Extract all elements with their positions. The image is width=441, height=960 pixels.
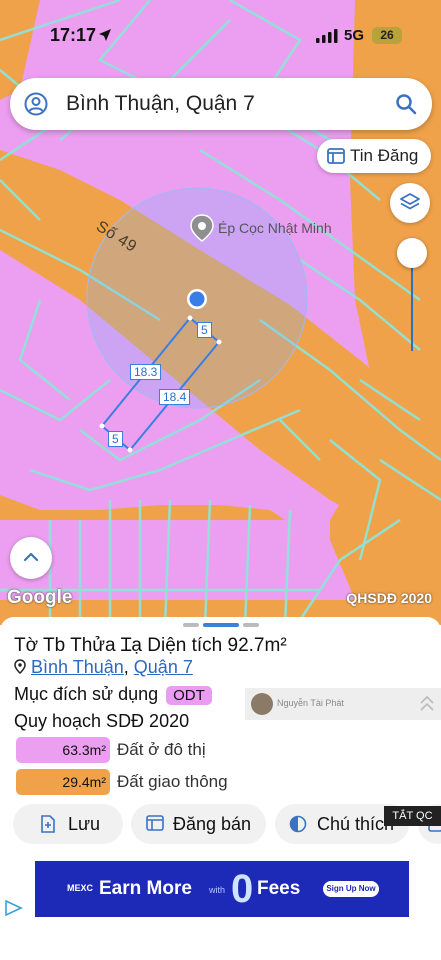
avatar	[251, 693, 273, 715]
network-type: 5G	[344, 27, 365, 44]
area-value: 29.4m²	[16, 769, 110, 795]
dimension-label: 5	[108, 431, 123, 447]
double-chevron-up-icon	[420, 695, 434, 711]
ad-headline: Earn More	[99, 878, 192, 899]
layers-icon	[400, 193, 420, 210]
status-bar: 17:17 5G 26	[0, 0, 441, 72]
ad-banner[interactable]: MEXC Earn More with 0 Fees Sign Up Now	[0, 857, 441, 960]
tin-dang-button[interactable]: Tin Đăng	[317, 139, 431, 173]
google-logo: Google	[7, 587, 73, 608]
owner-name: Nguyễn Tài Phát	[277, 698, 344, 708]
owner-tag[interactable]: Nguyễn Tài Phát	[245, 688, 441, 720]
save-doc-icon	[41, 815, 55, 833]
area-value: 63.3m²	[16, 737, 110, 763]
map-view[interactable]: Số 49 Ép Cọc Nhật Minh 5 18.3 18.4 5 17:…	[0, 0, 441, 625]
ad-with: with	[209, 885, 226, 895]
ward-link[interactable]: Bình Thuận	[31, 657, 124, 677]
listing-icon	[327, 148, 345, 164]
parcel-title: Tờ Tb Thửa Ɪạ Diện tích 92.7m²	[14, 635, 287, 656]
purpose-label: Mục đích sử dụng	[14, 684, 159, 704]
location-arrow-icon	[99, 29, 111, 41]
poi-pin-icon[interactable]	[190, 214, 214, 242]
layer-name-label: QHSDĐ 2020	[346, 590, 432, 606]
district-link[interactable]: Quận 7	[134, 657, 193, 677]
dimension-label: 18.3	[130, 364, 162, 380]
ad-signup-button[interactable]: Sign Up Now	[323, 881, 379, 897]
close-ad-button[interactable]: TẮT QC	[384, 806, 441, 826]
dimension-label: 5	[197, 322, 212, 338]
odt-badge: ODT	[166, 686, 212, 705]
poi-label[interactable]: Ép Cọc Nhật Minh	[218, 220, 332, 236]
legend-label: Đất ở đô thị	[117, 740, 206, 759]
ad-choices-icon[interactable]	[4, 899, 24, 917]
opacity-slider-track[interactable]	[411, 255, 413, 351]
dimension-label: 18.4	[159, 389, 191, 405]
save-button[interactable]: Lưu	[13, 804, 123, 844]
status-time: 17:17	[50, 25, 97, 45]
search-input[interactable]: Bình Thuận, Quận 7	[66, 92, 255, 116]
location-pin-icon	[14, 659, 26, 675]
layers-button[interactable]	[390, 183, 430, 223]
ad-zero: 0	[231, 867, 254, 911]
expand-panel-button[interactable]	[10, 537, 52, 579]
legend-label: Đất giao thông	[117, 772, 228, 791]
search-icon[interactable]	[394, 92, 418, 116]
ad-brand: MEXC	[67, 883, 94, 893]
ad-fees: Fees	[257, 878, 301, 899]
plan-label: Quy hoạch SDĐ 2020	[14, 711, 190, 731]
account-icon[interactable]	[24, 92, 48, 116]
ad-creative[interactable]: MEXC Earn More with 0 Fees Sign Up Now	[35, 861, 409, 917]
land-use-purpose: Mục đích sử dụng ODT	[14, 684, 212, 705]
parcel-location: Bình Thuận, Quận 7	[14, 657, 193, 678]
tin-dang-label: Tin Đăng	[350, 146, 419, 165]
listing-icon	[146, 815, 164, 831]
search-bar[interactable]: Bình Thuận, Quận 7	[10, 78, 432, 130]
chevron-up-icon	[23, 552, 39, 562]
parcel-info-panel: Tờ Tb Thửa Ɪạ Diện tích 92.7m² Bình Thuậ…	[0, 617, 441, 857]
battery-icon: 26	[372, 27, 402, 44]
contrast-icon	[289, 815, 307, 833]
signal-icon	[316, 29, 338, 43]
post-sale-button[interactable]: Đăng bán	[131, 804, 266, 844]
opacity-slider-thumb[interactable]	[397, 238, 427, 268]
